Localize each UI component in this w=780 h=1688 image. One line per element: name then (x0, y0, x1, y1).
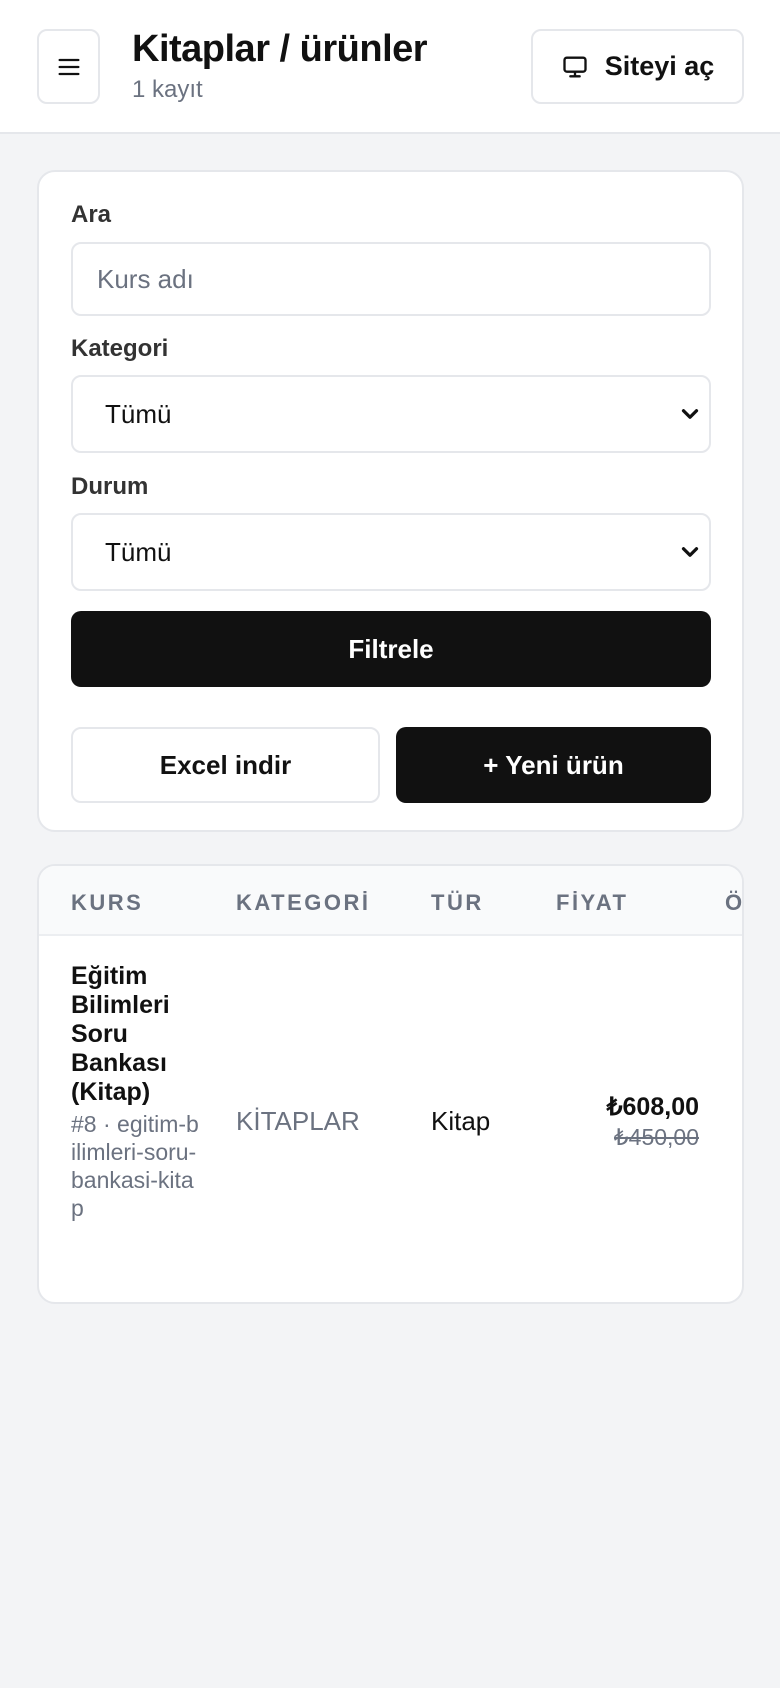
type-cell: Kitap (431, 1106, 491, 1136)
category-cell: KİTAPLAR (236, 1106, 360, 1136)
open-site-button[interactable]: Siteyi aç (531, 29, 744, 104)
top-header: Kitaplar / ürünler 1 kayıt Siteyi aç (0, 0, 780, 134)
column-header-course: KURS (71, 890, 144, 915)
column-header-category: KATEGORİ (236, 890, 371, 915)
menu-button[interactable] (37, 29, 100, 104)
filter-panel: Ara Kurs adı Kategori Tümü Durum Tümü Fi… (37, 170, 744, 832)
monitor-icon (563, 56, 587, 78)
search-placeholder: Kurs adı (97, 263, 194, 294)
column-header-type: TÜR (431, 890, 484, 915)
status-label: Durum (71, 473, 149, 500)
category-value: Tümü (105, 398, 172, 429)
new-product-button[interactable]: + Yeni ürün (396, 727, 711, 803)
record-count: 1 kayıt (132, 76, 203, 103)
category-label: Kategori (71, 335, 169, 362)
chevron-down-icon (681, 547, 699, 557)
old-price-cell: ₺450,00 (614, 1124, 699, 1150)
excel-download-button[interactable]: Excel indir (71, 727, 380, 803)
open-site-label: Siteyi aç (604, 51, 715, 81)
search-label: Ara (71, 201, 112, 228)
column-header-price: FİYAT (556, 890, 629, 915)
column-header-truncated: Ö (725, 890, 744, 915)
status-value: Tümü (105, 536, 172, 567)
category-select[interactable]: Tümü (71, 375, 711, 453)
filter-button[interactable]: Filtrele (71, 611, 711, 687)
status-select[interactable]: Tümü (71, 513, 711, 591)
products-table: KURS KATEGORİ TÜR FİYAT Ö Eğitim Bilimle… (37, 864, 744, 1304)
price-cell: ₺608,00 (606, 1093, 699, 1121)
hamburger-menu-icon (58, 58, 80, 75)
table-header: KURS KATEGORİ TÜR FİYAT Ö (39, 866, 744, 936)
search-input[interactable]: Kurs adı (71, 242, 711, 316)
page-title: Kitaplar / ürünler (132, 28, 428, 70)
course-name[interactable]: Eğitim Bilimleri Soru Bankası (Kitap) (71, 962, 201, 1107)
course-meta: #8 · egitim-bilimleri-soru-bankasi-kitap (71, 1111, 199, 1221)
chevron-down-icon (681, 409, 699, 419)
